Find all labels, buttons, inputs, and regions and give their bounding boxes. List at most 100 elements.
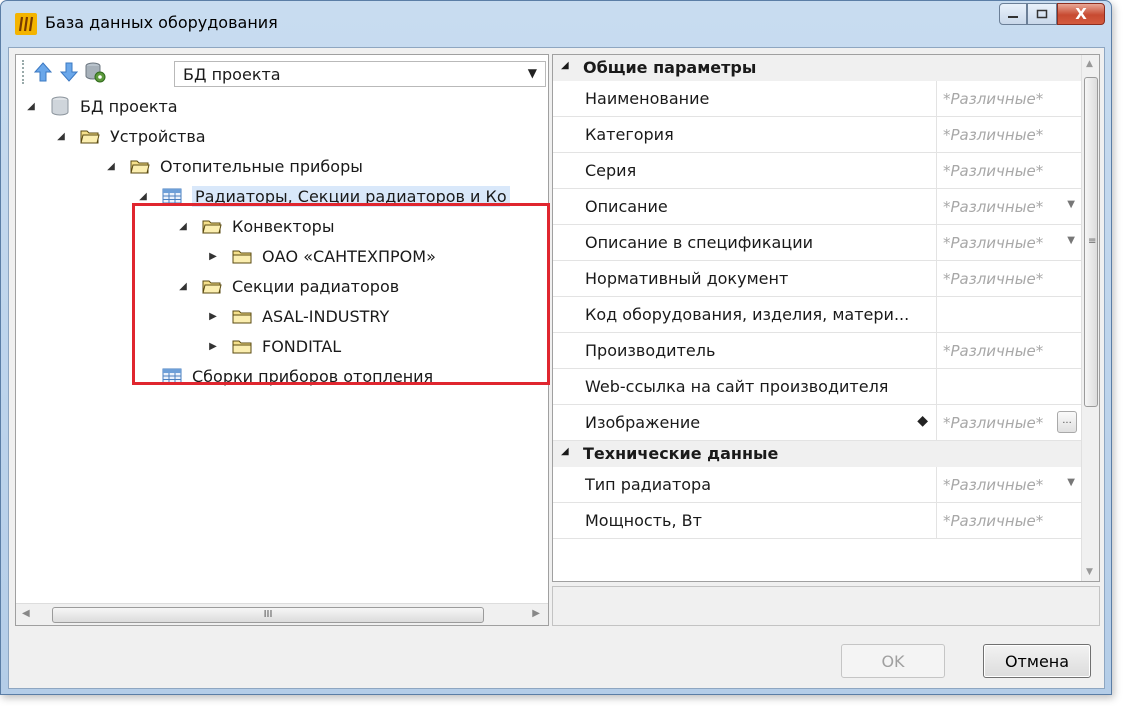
chevron-down-icon[interactable]: ▼ (1067, 477, 1075, 488)
collapse-arrow-icon[interactable]: ◢ (561, 446, 569, 457)
tree-node-label: БД проекта (80, 96, 178, 116)
chevron-down-icon[interactable]: ▼ (1067, 199, 1075, 210)
minimize-button[interactable] (999, 3, 1027, 25)
collapse-arrow-icon[interactable]: ◢ (104, 161, 118, 172)
property-row[interactable]: Мощность, Вт *Различные* (553, 503, 1083, 539)
property-name: Серия (583, 153, 937, 188)
title-bar[interactable]: База данных оборудования X (1, 1, 1111, 47)
dialog-client-area: БД проекта ▼ ◢ БД проекта ◢ Устройства ◢… (8, 47, 1105, 689)
close-icon: X (1075, 5, 1087, 23)
property-name: Изображение ◆ (583, 405, 937, 440)
property-value[interactable]: *Различные* ▼ (937, 189, 1083, 224)
annotation-highlight-box (132, 203, 550, 385)
collapse-arrow-icon[interactable]: ◢ (54, 131, 68, 142)
property-value[interactable] (937, 297, 1083, 332)
scroll-thumb[interactable]: III (52, 607, 484, 623)
property-name: Описание в спецификации (583, 225, 937, 260)
ellipsis-button[interactable]: ... (1057, 411, 1077, 433)
ok-button[interactable]: OK (841, 644, 945, 678)
collapse-arrow-icon[interactable]: ◢ (24, 101, 38, 112)
property-value[interactable]: *Различные* (937, 117, 1083, 152)
property-grid-vertical-scrollbar[interactable]: ▲ ≡ ▼ (1081, 55, 1099, 581)
property-value-text: *Различные* (943, 89, 1044, 108)
property-value[interactable]: *Различные* (937, 503, 1083, 538)
database-settings-icon[interactable] (84, 60, 106, 84)
data-source-combo-value: БД проекта (183, 65, 281, 84)
scroll-thumb[interactable]: ≡ (1084, 77, 1098, 407)
property-value-text: *Различные* (943, 511, 1044, 530)
arrow-down-icon[interactable] (58, 60, 80, 84)
maximize-icon (1036, 9, 1048, 19)
property-value[interactable]: *Различные*... (937, 405, 1083, 440)
property-value[interactable]: *Различные* (937, 81, 1083, 116)
category-label: Технические данные (583, 444, 779, 463)
folder-open-icon (78, 126, 102, 146)
property-name: Производитель (583, 333, 937, 368)
property-value[interactable]: *Различные* (937, 333, 1083, 368)
equipment-database-window: База данных оборудования X БД проекта ▼ … (0, 0, 1112, 695)
property-value-text: *Различные* (943, 125, 1044, 144)
property-row[interactable]: Описание в спецификации *Различные* ▼ (553, 225, 1083, 261)
scroll-left-icon[interactable]: ◀ (22, 608, 30, 619)
app-logo-icon (15, 13, 37, 35)
tree-toolbar: БД проекта ▼ (16, 55, 548, 89)
tree-panel: БД проекта ▼ ◢ БД проекта ◢ Устройства ◢… (15, 54, 550, 626)
tree-node-label: Отопительные приборы (160, 156, 363, 176)
tree-node-devices[interactable]: ◢ Устройства (54, 121, 206, 151)
property-value[interactable]: *Различные* (937, 153, 1083, 188)
property-name: Web-ссылка на сайт производителя (583, 369, 937, 404)
collapse-arrow-icon[interactable]: ◢ (136, 191, 150, 202)
property-row[interactable]: Категория *Различные* (553, 117, 1083, 153)
maximize-button[interactable] (1027, 3, 1057, 25)
property-row[interactable]: Серия *Различные* (553, 153, 1083, 189)
property-value-text: *Различные* (943, 233, 1044, 252)
property-description-pane (552, 586, 1100, 626)
category-technical[interactable]: ◢ Технические данные (553, 441, 1083, 467)
property-value[interactable]: *Различные* ▼ (937, 225, 1083, 260)
property-row[interactable]: Нормативный документ *Различные* (553, 261, 1083, 297)
property-row[interactable]: Производитель *Различные* (553, 333, 1083, 369)
property-name: Категория (583, 117, 937, 152)
property-row[interactable]: Изображение ◆ *Различные*... (553, 405, 1083, 441)
property-name: Код оборудования, изделия, матери... (583, 297, 937, 332)
property-value[interactable] (937, 369, 1083, 404)
property-grid: ◢ Общие параметры Наименование *Различны… (552, 54, 1100, 582)
cancel-button[interactable]: Отмена (983, 644, 1091, 678)
property-value-text: *Различные* (943, 197, 1044, 216)
property-row[interactable]: Код оборудования, изделия, матери... (553, 297, 1083, 333)
collapse-arrow-icon[interactable]: ◢ (561, 60, 569, 71)
tree-node-project-db[interactable]: ◢ БД проекта (24, 91, 178, 121)
property-value-text: *Различные* (943, 341, 1044, 360)
category-general[interactable]: ◢ Общие параметры (553, 55, 1083, 81)
minimize-icon (1008, 16, 1018, 18)
property-value[interactable]: *Различные* ▼ (937, 467, 1083, 502)
scroll-down-icon[interactable]: ▼ (1086, 567, 1093, 577)
property-value-text: *Различные* (943, 475, 1044, 494)
property-value-text: *Различные* (943, 413, 1044, 432)
diamond-icon: ◆ (917, 413, 928, 429)
chevron-down-icon[interactable]: ▼ (1067, 235, 1075, 246)
window-title: База данных оборудования (45, 13, 278, 32)
scroll-right-icon[interactable]: ▶ (532, 608, 540, 619)
database-icon (48, 96, 72, 116)
tree-node-heating-devices[interactable]: ◢ Отопительные приборы (104, 151, 363, 181)
close-button[interactable]: X (1057, 3, 1105, 25)
toolbar-grip[interactable] (22, 60, 26, 84)
property-row[interactable]: Тип радиатора *Различные* ▼ (553, 467, 1083, 503)
property-row[interactable]: Описание *Различные* ▼ (553, 189, 1083, 225)
tree-horizontal-scrollbar[interactable]: ◀ III ▶ (16, 603, 548, 625)
property-value[interactable]: *Различные* (937, 261, 1083, 296)
property-row[interactable]: Web-ссылка на сайт производителя (553, 369, 1083, 405)
property-name: Мощность, Вт (583, 503, 937, 538)
scroll-up-icon[interactable]: ▲ (1086, 59, 1093, 69)
property-value-text: *Различные* (943, 269, 1044, 288)
grip-icon: ≡ (1088, 236, 1097, 247)
property-name: Наименование (583, 81, 937, 116)
data-source-combo[interactable]: БД проекта ▼ (174, 61, 546, 87)
property-name: Описание (583, 189, 937, 224)
property-row[interactable]: Наименование *Различные* (553, 81, 1083, 117)
arrow-up-icon[interactable] (32, 60, 54, 84)
chevron-down-icon[interactable]: ▼ (528, 66, 537, 80)
tree-node-label: Устройства (110, 126, 206, 146)
window-controls: X (999, 3, 1105, 27)
